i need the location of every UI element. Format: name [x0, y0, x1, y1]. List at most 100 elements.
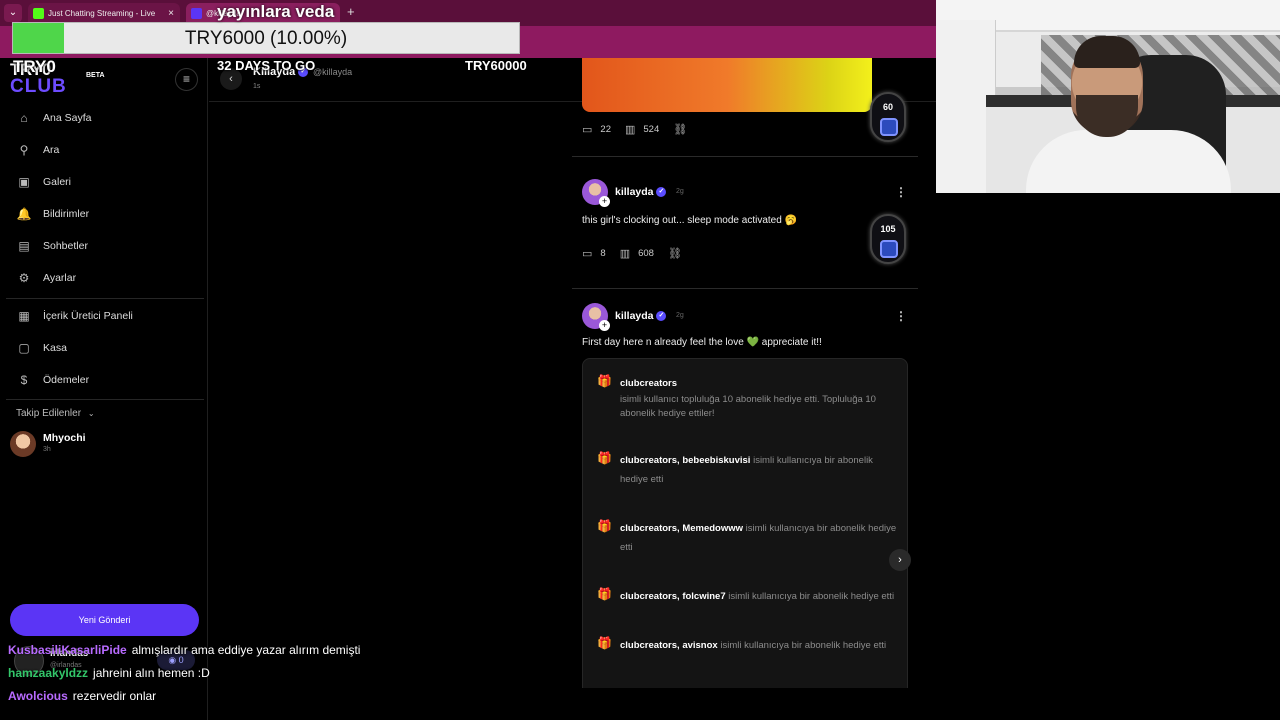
kick-favicon-icon: [33, 8, 44, 19]
post-author-name: killayda: [615, 310, 654, 322]
new-post-button[interactable]: Yeni Gönderi: [10, 604, 199, 636]
post-stats: ▭ 22 ▥ 524 ⛓: [582, 122, 695, 136]
screen: ⌄ Just Chatting Streaming - Live × @kill…: [0, 0, 1280, 720]
gift-user: clubcreators: [620, 640, 678, 651]
avatar[interactable]: +: [582, 303, 610, 331]
gift-text: clubcreators, bebeebiskuvisi isimli kull…: [620, 455, 873, 485]
gear-icon: ⚙: [18, 271, 30, 285]
dashboard-icon: ▦: [18, 309, 30, 323]
post-time: 2g: [676, 312, 684, 319]
coin-tip-button[interactable]: 105: [870, 214, 906, 264]
sidebar-item-search[interactable]: ⚲ Ara: [16, 139, 60, 161]
gift-target: bebeebiskuvisi: [682, 455, 751, 466]
bell-icon: 🔔: [16, 207, 32, 221]
gift-icon: 🎁: [597, 636, 612, 650]
dollar-icon: $: [20, 373, 28, 387]
browser-tab-kick[interactable]: Just Chatting Streaming - Live ×: [28, 3, 180, 24]
chat-username: hamzaakyldzz: [8, 666, 89, 680]
coin-icon: [880, 240, 898, 258]
gift-icon: 🎁: [597, 587, 612, 601]
gift-icon: 🎁: [597, 519, 612, 533]
tab-close-icon[interactable]: ×: [168, 3, 174, 24]
vault-icon: ▢: [18, 341, 30, 355]
comment-count: 8: [600, 247, 606, 259]
avatar[interactable]: +: [582, 179, 610, 207]
verified-icon: ✓: [656, 187, 667, 198]
gift-user: clubcreators: [620, 455, 678, 466]
follow-plus-icon[interactable]: +: [599, 320, 610, 331]
post-image[interactable]: [582, 58, 872, 112]
stream-title-overlay: yayınlara veda: [217, 2, 335, 21]
sidebar-item-label: Ara: [43, 144, 60, 156]
webcam-person-body: [1026, 130, 1231, 193]
donation-current: TRY0: [13, 57, 56, 76]
gift-text: clubcreators, avisnox isimli kullanıcıya…: [620, 640, 887, 651]
gift-target: avisnox: [682, 640, 718, 651]
chat-message: KusbasiliKasarliPide almışlardır ama eddi…: [8, 643, 360, 657]
coin-count: 60: [882, 102, 893, 112]
donation-progress-text: TRY6000 (10.00%): [184, 28, 348, 49]
sidebar-item-settings[interactable]: ⚙ Ayarlar: [16, 267, 76, 289]
follow-plus-icon[interactable]: +: [599, 196, 610, 207]
comment-count: 22: [600, 123, 611, 135]
gift-message: isimli kullanıcı topluluğa 10 abonelik h…: [620, 394, 876, 419]
tab-list-dropdown-icon[interactable]: ⌄: [4, 4, 22, 22]
post-author[interactable]: killayda ✓: [615, 186, 667, 198]
following-name[interactable]: Mhyochi: [43, 432, 86, 444]
views-icon: ▥: [624, 123, 636, 136]
sidebar-item-creator-dashboard[interactable]: ▦ İçerik Üretici Paneli: [16, 305, 133, 327]
gift-text: clubcreators, Memedowww isimli kullanıcı…: [620, 523, 897, 553]
sidebar: TRY0 CLUB BETA ≡ ⌂ Ana Sayfa ⚲ Ara ▣ Gal…: [0, 58, 208, 720]
avatar[interactable]: [10, 431, 36, 457]
more-options-icon[interactable]: ⋮: [895, 185, 907, 199]
tab-title: Just Chatting Streaming - Live: [48, 9, 156, 18]
link-icon[interactable]: ⛓: [668, 247, 682, 260]
post-author-name: killayda: [615, 186, 654, 198]
home-icon: ⌂: [20, 111, 28, 125]
following-header-label: Takip Edilenler: [16, 408, 82, 419]
sidebar-item-label: Kasa: [43, 342, 67, 354]
sidebar-item-gallery[interactable]: ▣ Galeri: [16, 171, 71, 193]
menu-icon[interactable]: ≡: [175, 68, 198, 91]
comment-icon[interactable]: ▭: [582, 247, 592, 260]
link-icon[interactable]: ⛓: [673, 123, 687, 136]
more-options-icon[interactable]: ⋮: [895, 309, 907, 323]
sidebar-item-payments[interactable]: $ Ödemeler: [16, 369, 89, 391]
following-time: 3h: [43, 446, 51, 453]
sidebar-divider: [6, 399, 204, 400]
profile-time: 1s: [253, 83, 261, 90]
gift-user: clubcreators: [620, 591, 678, 602]
gift-text: clubcreators, folcwine7 isimli kullanıcı…: [620, 591, 895, 602]
sidebar-divider: [6, 298, 204, 299]
chat-message: Awolcious rezervedir onlar: [8, 689, 156, 703]
sidebar-item-vault[interactable]: ▢ Kasa: [16, 337, 67, 359]
gift-target: Memedowww: [682, 523, 744, 534]
sidebar-item-chats[interactable]: ▤ Sohbetler: [16, 235, 88, 257]
post-time: 2g: [676, 188, 684, 195]
sidebar-item-home[interactable]: ⌂ Ana Sayfa: [16, 107, 91, 129]
following-header[interactable]: Takip Edilenler ⌄: [16, 408, 95, 419]
webcam-feed: [936, 0, 1280, 193]
gift-card: 🎁 clubcreators isimli kullanıcı topluluğ…: [582, 358, 911, 688]
new-tab-icon[interactable]: +: [347, 4, 355, 19]
view-count: 524: [643, 123, 660, 135]
post-stats: ▭ 8 ▥ 608 ⛓: [582, 246, 690, 260]
chat-icon: ▤: [18, 239, 30, 253]
chat-message: hamzaakyldzz jahreini alın hemen :D: [8, 666, 210, 680]
post-divider: [572, 288, 918, 289]
donation-goal: TRY60000: [465, 58, 527, 73]
beta-badge: BETA: [86, 72, 105, 79]
post-feed: ▭ 22 ▥ 524 ⛓ 60 + killayda ✓ 2g ⋮ this g…: [572, 58, 918, 688]
chat-text: jahreini alın hemen :D: [93, 666, 210, 680]
gift-icon: 🎁: [597, 451, 612, 465]
gift-target: folcwine7: [682, 591, 726, 602]
post-author[interactable]: killayda ✓: [615, 310, 667, 322]
coin-icon: [880, 118, 898, 136]
sidebar-item-label: Ana Sayfa: [43, 112, 92, 124]
sidebar-item-label: Galeri: [43, 176, 72, 188]
chevron-right-icon[interactable]: ›: [889, 549, 911, 571]
chat-text: rezervedir onlar: [72, 689, 157, 703]
coin-tip-button[interactable]: 60: [870, 92, 906, 142]
comment-icon[interactable]: ▭: [582, 123, 592, 136]
sidebar-item-notifications[interactable]: 🔔 Bildirimler: [16, 203, 90, 225]
